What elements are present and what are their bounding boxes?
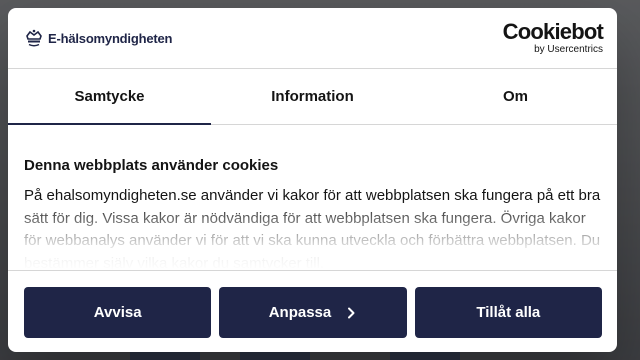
consent-content[interactable]: Denna webbplats använder cookies På ehal… <box>8 125 617 270</box>
crown-icon <box>26 29 42 47</box>
brand-logo: E-hälsomyndigheten <box>24 28 172 48</box>
tab-information[interactable]: Information <box>211 69 414 124</box>
cookiebot-logo[interactable]: Cookiebot by Usercentrics <box>502 19 604 55</box>
allow-all-button-label: Tillåt alla <box>476 304 541 321</box>
reject-button[interactable]: Avvisa <box>24 287 212 338</box>
cookiebot-subtitle: by Usercentrics <box>534 44 603 55</box>
tab-om[interactable]: Om <box>414 69 617 124</box>
tab-samtycke[interactable]: Samtycke <box>8 69 211 125</box>
tab-bar: Samtycke Information Om <box>8 69 617 125</box>
customize-button[interactable]: Anpassa <box>219 287 407 338</box>
content-title: Denna webbplats använder cookies <box>24 157 279 174</box>
cookiebot-name: Cookiebot <box>502 19 604 44</box>
brand-name: E-hälsomyndigheten <box>48 30 173 46</box>
allow-all-button[interactable]: Tillåt alla <box>414 287 602 338</box>
chevron-right-icon <box>348 307 355 318</box>
customize-button-label: Anpassa <box>268 304 332 321</box>
content-fade <box>8 200 617 270</box>
dialog-header: E-hälsomyndigheten Cookiebot by Usercent… <box>8 8 617 69</box>
cookie-consent-dialog: E-hälsomyndigheten Cookiebot by Usercent… <box>8 8 617 352</box>
reject-button-label: Avvisa <box>93 304 142 321</box>
dialog-footer: Avvisa Anpassa Tillåt alla <box>8 270 617 352</box>
